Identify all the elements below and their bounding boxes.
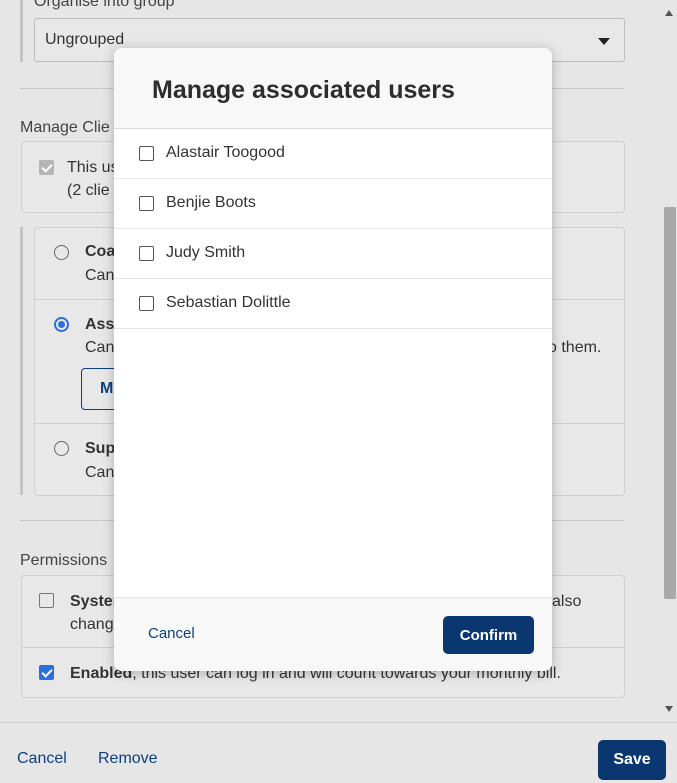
all-clients-checkbox[interactable] (39, 160, 54, 175)
option-coach-title: Coa (85, 243, 116, 260)
all-clients-count: (2 clie (67, 182, 110, 199)
page-footer: Cancel Remove Save (0, 722, 677, 783)
radio-associated[interactable] (54, 317, 69, 332)
user-name: Benjie Boots (166, 194, 256, 211)
radio-super[interactable] (54, 441, 69, 456)
modal-footer: Cancel Confirm (114, 597, 552, 671)
user-checkbox[interactable] (139, 196, 154, 211)
scroll-up-arrow-icon[interactable] (665, 10, 673, 16)
system-permission-tail: also (552, 593, 582, 610)
user-list: Alastair Toogood Benjie Boots Judy Smith… (114, 129, 552, 329)
user-name: Alastair Toogood (166, 144, 285, 161)
group-select-value: Ungrouped (45, 31, 125, 48)
option-super-title: Sup (85, 440, 116, 457)
system-permission-line2: chang (70, 616, 114, 633)
option-associated-desc: Can (85, 339, 115, 356)
user-checkbox[interactable] (139, 146, 154, 161)
user-checkbox[interactable] (139, 246, 154, 261)
system-permission-title: Syster (70, 593, 119, 610)
user-name: Sebastian Dolittle (166, 294, 291, 311)
manage-button-label: M (100, 380, 114, 397)
caret-down-icon (598, 38, 610, 45)
user-row[interactable]: Sebastian Dolittle (114, 279, 552, 329)
user-row[interactable]: Benjie Boots (114, 179, 552, 229)
options-side-bar (20, 227, 23, 495)
user-checkbox[interactable] (139, 296, 154, 311)
enabled-checkbox[interactable] (39, 665, 54, 680)
page-scrollbar[interactable] (662, 0, 677, 722)
option-super-desc: Can (85, 464, 115, 481)
option-coach-desc: Can (85, 267, 115, 284)
user-name: Judy Smith (166, 244, 246, 261)
user-row[interactable]: Judy Smith (114, 229, 552, 279)
modal-title: Manage associated users (152, 76, 455, 104)
group-section-bar (20, 0, 23, 62)
save-button[interactable]: Save (598, 740, 666, 780)
system-permission-checkbox[interactable] (39, 593, 54, 608)
confirm-button[interactable]: Confirm (443, 616, 534, 654)
modal-cancel-button[interactable]: Cancel (148, 625, 195, 642)
group-label: Organise into group (34, 0, 175, 10)
scrollbar-thumb[interactable] (664, 207, 676, 599)
radio-coach[interactable] (54, 245, 69, 260)
all-clients-text: This us (67, 159, 119, 176)
footer-remove-link[interactable]: Remove (98, 750, 158, 768)
manage-associated-users-modal: Manage associated users Alastair Toogood… (114, 48, 552, 671)
scroll-down-arrow-icon[interactable] (665, 706, 673, 712)
modal-header: Manage associated users (114, 48, 552, 129)
user-row[interactable]: Alastair Toogood (114, 129, 552, 179)
manage-clients-title: Manage Clie (20, 119, 110, 136)
option-associated-desc-tail: o them. (548, 339, 602, 356)
permissions-title: Permissions (20, 552, 108, 569)
footer-cancel-link[interactable]: Cancel (17, 750, 67, 768)
